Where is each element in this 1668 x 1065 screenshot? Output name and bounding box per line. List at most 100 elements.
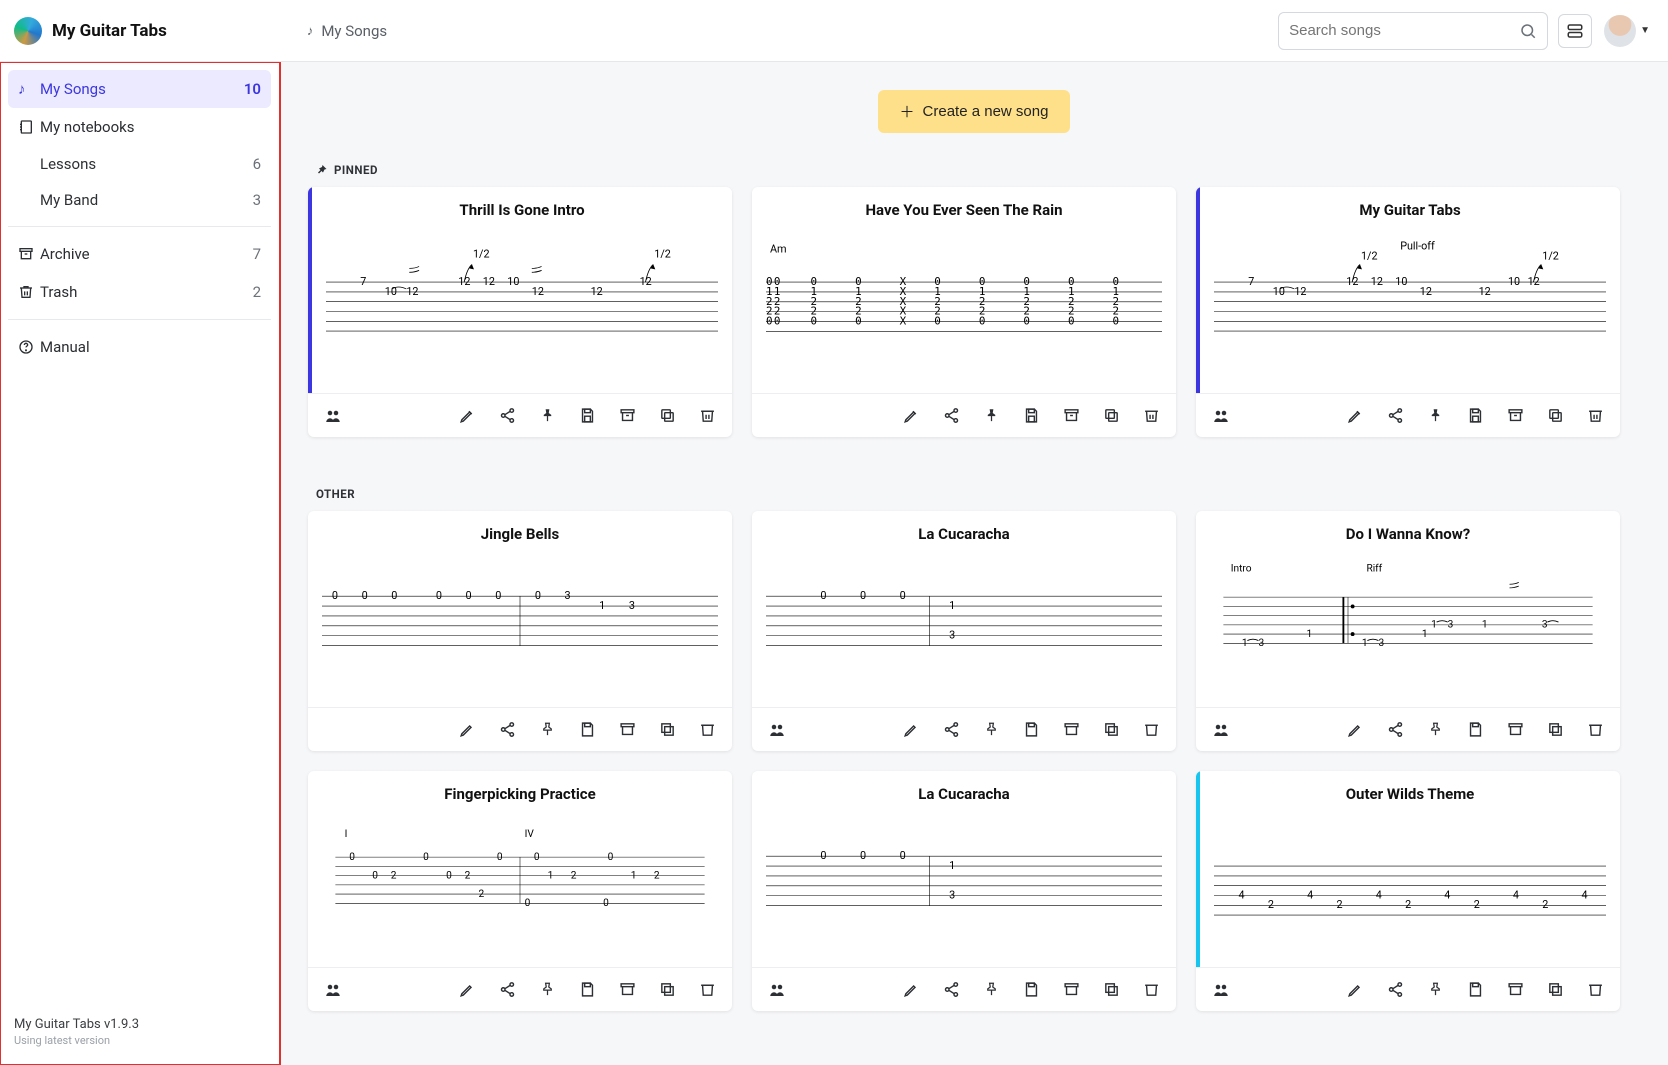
- copy-button[interactable]: [1544, 405, 1566, 427]
- sidebar-item-count: 6: [253, 155, 261, 173]
- archive-button[interactable]: [1504, 979, 1526, 1001]
- copy-button[interactable]: [1544, 979, 1566, 1001]
- music-note-icon: ♪: [307, 23, 314, 39]
- pin-button[interactable]: [1424, 405, 1446, 427]
- song-card[interactable]: Jingle Bells 000 000 03 13: [308, 511, 732, 751]
- share-button[interactable]: [496, 979, 518, 1001]
- archive-button[interactable]: [1504, 405, 1526, 427]
- archive-icon: [18, 246, 40, 262]
- copy-button[interactable]: [1100, 719, 1122, 741]
- copy-button[interactable]: [1100, 979, 1122, 1001]
- svg-text:1: 1: [631, 870, 637, 881]
- save-button[interactable]: [576, 979, 598, 1001]
- archive-button[interactable]: [616, 719, 638, 741]
- view-toggle-button[interactable]: [1558, 14, 1592, 48]
- breadcrumb[interactable]: ♪ My Songs: [307, 22, 387, 40]
- shared-icon: [766, 719, 788, 741]
- save-button[interactable]: [1464, 719, 1486, 741]
- pin-button[interactable]: [1424, 719, 1446, 741]
- sidebar-notebook-my-band[interactable]: My Band 3: [8, 182, 271, 218]
- sidebar-item-label: My notebooks: [40, 118, 261, 136]
- svg-text:4: 4: [1582, 888, 1588, 901]
- edit-button[interactable]: [900, 979, 922, 1001]
- edit-button[interactable]: [456, 719, 478, 741]
- pin-button[interactable]: [536, 979, 558, 1001]
- share-button[interactable]: [1384, 979, 1406, 1001]
- edit-button[interactable]: [1344, 979, 1366, 1001]
- create-song-button[interactable]: ＋ Create a new song: [878, 90, 1071, 133]
- archive-button[interactable]: [616, 405, 638, 427]
- edit-button[interactable]: [900, 719, 922, 741]
- copy-button[interactable]: [1100, 405, 1122, 427]
- sidebar-item-archive[interactable]: Archive 7: [8, 235, 271, 273]
- song-card[interactable]: Fingerpicking Practice I IV 000 02 02: [308, 771, 732, 1011]
- copy-button[interactable]: [656, 979, 678, 1001]
- copy-button[interactable]: [1544, 719, 1566, 741]
- save-button[interactable]: [1464, 405, 1486, 427]
- delete-button[interactable]: [1584, 979, 1606, 1001]
- sidebar-item-notebooks[interactable]: My notebooks: [8, 108, 271, 146]
- edit-button[interactable]: [456, 405, 478, 427]
- song-card[interactable]: La Cucaracha 000 13: [752, 771, 1176, 1011]
- sidebar-item-label: My Band: [40, 191, 253, 209]
- delete-button[interactable]: [1140, 979, 1162, 1001]
- sidebar-item-my-songs[interactable]: ♪ My Songs 10: [8, 70, 271, 108]
- card-toolbar: [1196, 707, 1620, 751]
- archive-button[interactable]: [1504, 719, 1526, 741]
- share-button[interactable]: [496, 405, 518, 427]
- archive-button[interactable]: [1060, 719, 1082, 741]
- svg-text:0: 0: [774, 315, 781, 328]
- search-input[interactable]: [1289, 22, 1519, 39]
- song-card[interactable]: My Guitar Tabs Pull-off 710 12 1/2: [1196, 187, 1620, 437]
- song-card[interactable]: Thrill Is Gone Intro 710 12 1/2: [308, 187, 732, 437]
- save-button[interactable]: [576, 719, 598, 741]
- delete-button[interactable]: [1140, 405, 1162, 427]
- save-button[interactable]: [1020, 405, 1042, 427]
- share-button[interactable]: [940, 979, 962, 1001]
- share-button[interactable]: [940, 719, 962, 741]
- share-button[interactable]: [1384, 405, 1406, 427]
- delete-button[interactable]: [1140, 719, 1162, 741]
- copy-button[interactable]: [656, 405, 678, 427]
- edit-button[interactable]: [900, 405, 922, 427]
- sidebar-item-trash[interactable]: Trash 2: [8, 273, 271, 311]
- edit-button[interactable]: [1344, 719, 1366, 741]
- song-card[interactable]: La Cucaracha 000 13: [752, 511, 1176, 751]
- song-card[interactable]: Outer Wilds Theme 42 42 42 42 42 4: [1196, 771, 1620, 1011]
- pin-button[interactable]: [536, 405, 558, 427]
- delete-button[interactable]: [696, 719, 718, 741]
- save-button[interactable]: [1464, 979, 1486, 1001]
- pin-button[interactable]: [980, 719, 1002, 741]
- save-button[interactable]: [576, 405, 598, 427]
- svg-text:3: 3: [1542, 620, 1548, 631]
- pin-button[interactable]: [980, 979, 1002, 1001]
- profile-menu[interactable]: ▼: [1604, 15, 1650, 47]
- svg-text:0: 0: [1113, 315, 1120, 328]
- song-card[interactable]: Do I Wanna Know? Intro Riff 13: [1196, 511, 1620, 751]
- edit-button[interactable]: [456, 979, 478, 1001]
- delete-button[interactable]: [1584, 719, 1606, 741]
- share-button[interactable]: [496, 719, 518, 741]
- pin-button[interactable]: [1424, 979, 1446, 1001]
- sidebar-notebook-lessons[interactable]: Lessons 6: [8, 146, 271, 182]
- save-button[interactable]: [1020, 979, 1042, 1001]
- share-button[interactable]: [1384, 719, 1406, 741]
- song-card[interactable]: Have You Ever Seen The Rain Am 01220 012…: [752, 187, 1176, 437]
- share-button[interactable]: [940, 405, 962, 427]
- delete-button[interactable]: [1584, 405, 1606, 427]
- delete-button[interactable]: [696, 405, 718, 427]
- copy-button[interactable]: [656, 719, 678, 741]
- tab-preview: Intro Riff 13 1 13 1: [1210, 551, 1606, 671]
- pin-button[interactable]: [536, 719, 558, 741]
- delete-button[interactable]: [696, 979, 718, 1001]
- archive-button[interactable]: [616, 979, 638, 1001]
- search-box[interactable]: [1278, 12, 1548, 50]
- edit-button[interactable]: [1344, 405, 1366, 427]
- svg-text:3: 3: [949, 629, 955, 642]
- sidebar-item-manual[interactable]: Manual: [8, 328, 271, 366]
- archive-button[interactable]: [1060, 405, 1082, 427]
- archive-button[interactable]: [1060, 979, 1082, 1001]
- pin-button[interactable]: [980, 405, 1002, 427]
- save-button[interactable]: [1020, 719, 1042, 741]
- svg-text:Intro: Intro: [1231, 563, 1252, 574]
